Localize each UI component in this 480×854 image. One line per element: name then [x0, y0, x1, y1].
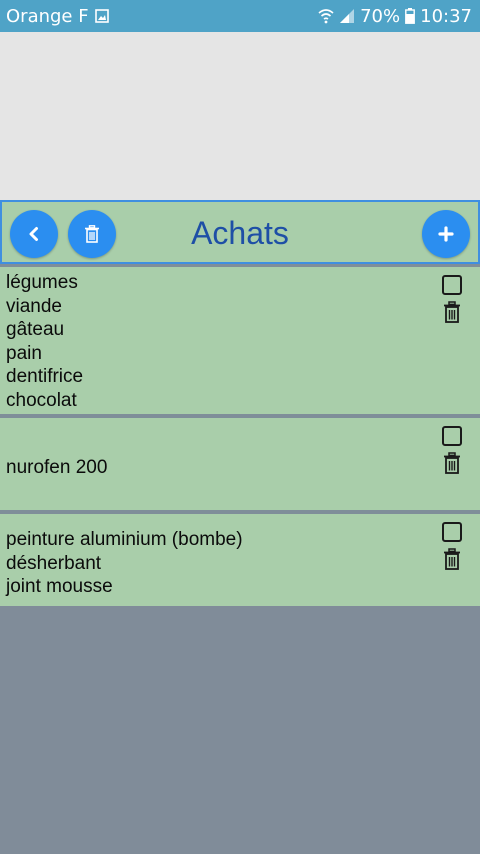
- clock-time: 10:37: [420, 5, 472, 27]
- list-item: peinture aluminium (bombe): [6, 529, 243, 550]
- page-title: Achats: [191, 215, 289, 251]
- list-item: joint mousse: [6, 576, 113, 598]
- battery-level: 70%: [360, 5, 401, 27]
- wifi-icon: [318, 8, 334, 24]
- list-actions: [442, 275, 462, 323]
- list-item: dentifrice: [6, 366, 84, 388]
- gallery-notification-icon: [94, 9, 109, 23]
- list-actions: [442, 426, 462, 474]
- empty-top-area: [0, 32, 480, 200]
- shopping-lists: légumes viande gâteau pain dentifrice ch…: [0, 264, 480, 606]
- list-actions: [442, 522, 462, 570]
- list-checkbox[interactable]: [442, 275, 462, 295]
- delete-list-button[interactable]: [443, 301, 461, 323]
- plus-icon: [438, 226, 454, 242]
- list-item: pain: [6, 342, 42, 364]
- add-list-button[interactable]: [422, 210, 470, 258]
- status-bar: Orange F 70% 10:37: [0, 0, 480, 32]
- list-item: légumes: [6, 272, 78, 293]
- trash-icon: [444, 548, 460, 570]
- delete-list-button[interactable]: [443, 452, 461, 474]
- list-item: chocolat: [6, 389, 77, 411]
- list-items: nurofen 200: [6, 422, 420, 480]
- list-card[interactable]: légumes viande gâteau pain dentifrice ch…: [0, 264, 480, 414]
- signal-icon: [339, 8, 355, 24]
- list-card[interactable]: peinture aluminium (bombe) désherbant jo…: [0, 510, 480, 606]
- list-checkbox[interactable]: [442, 426, 462, 446]
- trash-icon: [444, 452, 460, 474]
- list-item: nurofen 200: [6, 457, 108, 478]
- list-item: gâteau: [6, 319, 65, 341]
- battery-icon: [405, 8, 416, 24]
- list-card[interactable]: nurofen 200: [0, 414, 480, 510]
- carrier-name: Orange F: [6, 5, 89, 27]
- trash-icon: [444, 301, 460, 323]
- list-items: peinture aluminium (bombe) désherbant jo…: [6, 518, 420, 599]
- list-item: viande: [6, 295, 62, 317]
- list-checkbox[interactable]: [442, 522, 462, 542]
- app-header: Achats: [0, 200, 480, 264]
- list-items: légumes viande gâteau pain dentifrice ch…: [6, 271, 420, 413]
- delete-list-button[interactable]: [443, 548, 461, 570]
- list-item: désherbant: [6, 552, 102, 574]
